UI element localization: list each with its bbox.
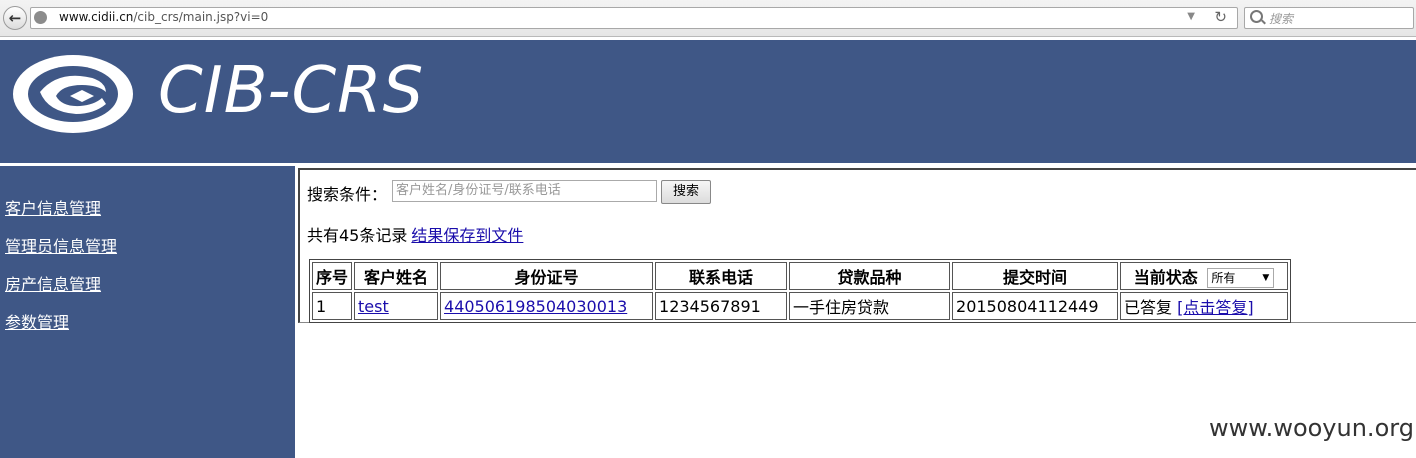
brand-title: CIB-CRS xyxy=(158,54,425,128)
header-index: 序号 xyxy=(312,262,353,290)
sidebar: 客户信息管理 管理员信息管理 房产信息管理 参数管理 xyxy=(0,166,295,458)
header-submit-time: 提交时间 xyxy=(952,262,1119,290)
reload-icon[interactable]: ↻ xyxy=(1214,8,1227,26)
sidebar-item-customers[interactable]: 客户信息管理 xyxy=(5,195,101,219)
search-input[interactable]: 客户姓名/身份证号/联系电话 xyxy=(392,180,657,202)
record-count: 共有45条记录 xyxy=(307,226,408,245)
globe-icon xyxy=(34,11,47,24)
search-placeholder: 搜索 xyxy=(1269,12,1294,26)
customer-name-link[interactable]: test xyxy=(358,297,389,316)
save-to-file-link[interactable]: 结果保存到文件 xyxy=(411,226,523,245)
status-filter-value: 所有 xyxy=(1211,271,1236,286)
address-bar[interactable]: www.cidii.cn/cib_crs/main.jsp?vi=0 ▼ ↻ xyxy=(30,7,1238,29)
site-header: CIB-CRS xyxy=(0,40,1416,163)
cell-loan-type: 一手住房贷款 xyxy=(789,292,951,320)
url-text: www.cidii.cn/cib_crs/main.jsp?vi=0 xyxy=(59,10,269,24)
reply-link[interactable]: [点击答复] xyxy=(1177,298,1254,317)
cell-submit-time: 20150804112449 xyxy=(952,292,1119,320)
cell-status: 已答复 [点击答复] xyxy=(1120,292,1289,320)
table-row: 1 test 440506198504030013 1234567891 一手住… xyxy=(312,292,1289,320)
chevron-down-icon: ▼ xyxy=(1262,273,1270,284)
record-summary: 共有45条记录 结果保存到文件 xyxy=(307,222,523,246)
browser-toolbar: ← www.cidii.cn/cib_crs/main.jsp?vi=0 ▼ ↻… xyxy=(0,0,1416,37)
search-button[interactable]: 搜索 xyxy=(661,180,711,204)
header-phone: 联系电话 xyxy=(655,262,788,290)
back-arrow-icon[interactable]: ← xyxy=(3,6,27,30)
header-status-label: 当前状态 xyxy=(1133,267,1198,287)
search-label: 搜索条件： xyxy=(307,185,388,204)
cell-id-number: 440506198504030013 xyxy=(440,292,654,320)
sidebar-item-property[interactable]: 房产信息管理 xyxy=(5,271,101,295)
records-table: 序号 客户姓名 身份证号 联系电话 贷款品种 提交时间 当前状态 所有 ▼ 1 t… xyxy=(309,259,1292,323)
cell-index: 1 xyxy=(312,292,353,320)
watermark: www.wooyun.org xyxy=(1209,414,1414,442)
header-name: 客户姓名 xyxy=(354,262,439,290)
status-text: 已答复 xyxy=(1124,298,1173,317)
sidebar-item-admins[interactable]: 管理员信息管理 xyxy=(5,233,117,257)
logo-icon xyxy=(10,52,136,136)
id-number-link[interactable]: 440506198504030013 xyxy=(444,297,627,316)
header-id-number: 身份证号 xyxy=(440,262,654,290)
browser-search-input[interactable]: 搜索 xyxy=(1244,7,1414,29)
header-status: 当前状态 所有 ▼ xyxy=(1120,262,1289,290)
cell-phone: 1234567891 xyxy=(655,292,788,320)
table-header-row: 序号 客户姓名 身份证号 联系电话 贷款品种 提交时间 当前状态 所有 ▼ xyxy=(312,262,1289,290)
header-loan-type: 贷款品种 xyxy=(789,262,951,290)
search-icon xyxy=(1250,10,1263,23)
cell-name: test xyxy=(354,292,439,320)
sidebar-item-params[interactable]: 参数管理 xyxy=(5,309,69,333)
status-filter-select[interactable]: 所有 ▼ xyxy=(1207,268,1275,289)
chevron-down-icon[interactable]: ▼ xyxy=(1187,11,1195,22)
